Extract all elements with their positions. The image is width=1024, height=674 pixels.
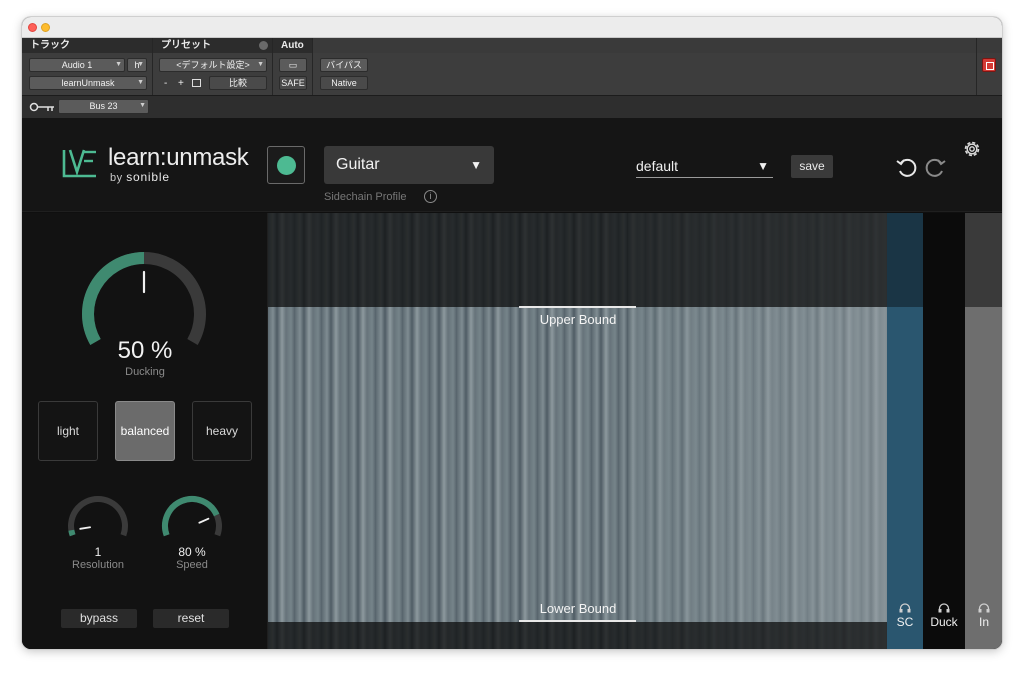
preset-value: default xyxy=(636,158,679,174)
preset-dropdown[interactable]: default ▼ xyxy=(636,156,773,178)
mode-balanced-button[interactable]: balanced xyxy=(115,401,175,461)
undo-icon[interactable] xyxy=(895,155,919,179)
record-indicator xyxy=(277,156,296,175)
ducking-knob[interactable] xyxy=(76,246,212,346)
track-h-selector[interactable]: h ▼ xyxy=(127,58,147,72)
ducking-label: Ducking xyxy=(125,366,165,378)
dropdown-arrow-icon: ▼ xyxy=(470,158,482,172)
lower-bound-handle[interactable] xyxy=(519,620,636,622)
insert-selector[interactable]: learnUnmask ▼ xyxy=(29,76,147,90)
title-bar xyxy=(22,17,1002,38)
settings-gear-icon[interactable] xyxy=(961,138,983,160)
resolution-value: 1 xyxy=(94,545,102,559)
auto-section-title: Auto xyxy=(273,38,312,53)
sidechain-profile-value: Guitar xyxy=(336,156,380,173)
sc-column-label: SC xyxy=(896,615,914,629)
redo-icon[interactable] xyxy=(923,155,947,179)
duck-column: Duck xyxy=(923,213,965,649)
resolution-knob[interactable] xyxy=(66,494,130,538)
lower-bound-label: Lower Bound xyxy=(539,601,617,616)
speed-label: Speed xyxy=(176,559,208,571)
copy-icon[interactable] xyxy=(192,79,201,87)
lower-excluded-region xyxy=(268,622,887,649)
upper-excluded-region xyxy=(268,213,887,307)
native-button[interactable]: Native xyxy=(320,76,368,90)
close-plugin-icon[interactable] xyxy=(982,58,996,72)
close-window-button[interactable] xyxy=(28,23,37,32)
safe-button[interactable]: SAFE xyxy=(279,76,307,90)
upper-bound-label: Upper Bound xyxy=(539,312,617,327)
track-selector[interactable]: Audio 1 ▼ xyxy=(29,58,125,72)
sidechain-profile-label: Sidechain Profile xyxy=(324,191,407,203)
preset-selector[interactable]: <デフォルト設定> ▼ xyxy=(159,58,267,72)
sidechain-column: SC xyxy=(887,213,923,649)
sidechain-profile-dropdown[interactable]: Guitar ▼ xyxy=(324,146,494,184)
duck-column-label: Duck xyxy=(930,615,958,629)
save-preset-button[interactable]: save xyxy=(791,155,833,178)
sidechain-bus-selector[interactable]: Bus 23 ▼ xyxy=(58,99,149,114)
host-insert-header: トラック プリセット Auto Audio 1 ▼ h ▼ learnUnmask ▼… xyxy=(22,38,1002,118)
auto-window-icon[interactable]: ▭ xyxy=(279,58,307,72)
plugin-window: トラック プリセット Auto Audio 1 ▼ h ▼ learnUnmask ▼… xyxy=(22,17,1002,649)
plugin-header: learn:unmask by sonible Guitar ▼ Sidecha… xyxy=(22,118,1002,212)
in-column-label: In xyxy=(978,615,989,629)
headphones-icon[interactable] xyxy=(899,603,911,613)
reset-button[interactable]: reset xyxy=(153,609,229,628)
track-section-title: トラック xyxy=(22,38,152,53)
mode-heavy-button[interactable]: heavy xyxy=(192,401,252,461)
brand-name: sonible xyxy=(126,170,170,184)
preset-menu-icon[interactable] xyxy=(259,41,268,50)
preset-section-title: プリセット xyxy=(153,38,272,53)
bypass-host-button[interactable]: バイパス xyxy=(320,58,368,72)
upper-bound-handle[interactable] xyxy=(519,306,636,308)
plugin-body: learn:unmask by sonible Guitar ▼ Sidecha… xyxy=(22,118,1002,649)
key-icon xyxy=(29,102,54,112)
controls-panel: 50 % Ducking light balanced heavy 1 Reso… xyxy=(22,213,268,649)
compare-button[interactable]: 比較 xyxy=(209,76,267,90)
info-icon[interactable]: i xyxy=(424,190,437,203)
host-header-spacer xyxy=(313,38,1002,53)
sidechain-row: Bus 23 ▼ xyxy=(22,95,1002,118)
bypass-button[interactable]: bypass xyxy=(61,609,137,628)
brand-line: by sonible xyxy=(110,170,170,184)
resolution-label: Resolution xyxy=(72,559,124,571)
product-name: learn:unmask xyxy=(108,144,249,171)
learn-unmask-logo-icon xyxy=(62,149,96,178)
ducking-value: 50 % xyxy=(117,337,173,364)
minimize-window-button[interactable] xyxy=(41,23,50,32)
headphones-icon[interactable] xyxy=(938,603,950,613)
headphones-icon[interactable] xyxy=(978,603,990,613)
learn-record-button[interactable] xyxy=(267,146,305,184)
speed-knob[interactable] xyxy=(160,494,224,538)
mode-light-button[interactable]: light xyxy=(38,401,98,461)
input-column: In xyxy=(965,213,1002,649)
preset-previous-button[interactable]: - xyxy=(164,78,167,90)
spectrogram-display[interactable]: Upper Bound Lower Bound xyxy=(268,213,887,649)
preset-next-button[interactable]: + xyxy=(178,78,184,90)
dropdown-arrow-icon: ▼ xyxy=(757,159,769,173)
speed-value: 80 % xyxy=(178,545,206,559)
